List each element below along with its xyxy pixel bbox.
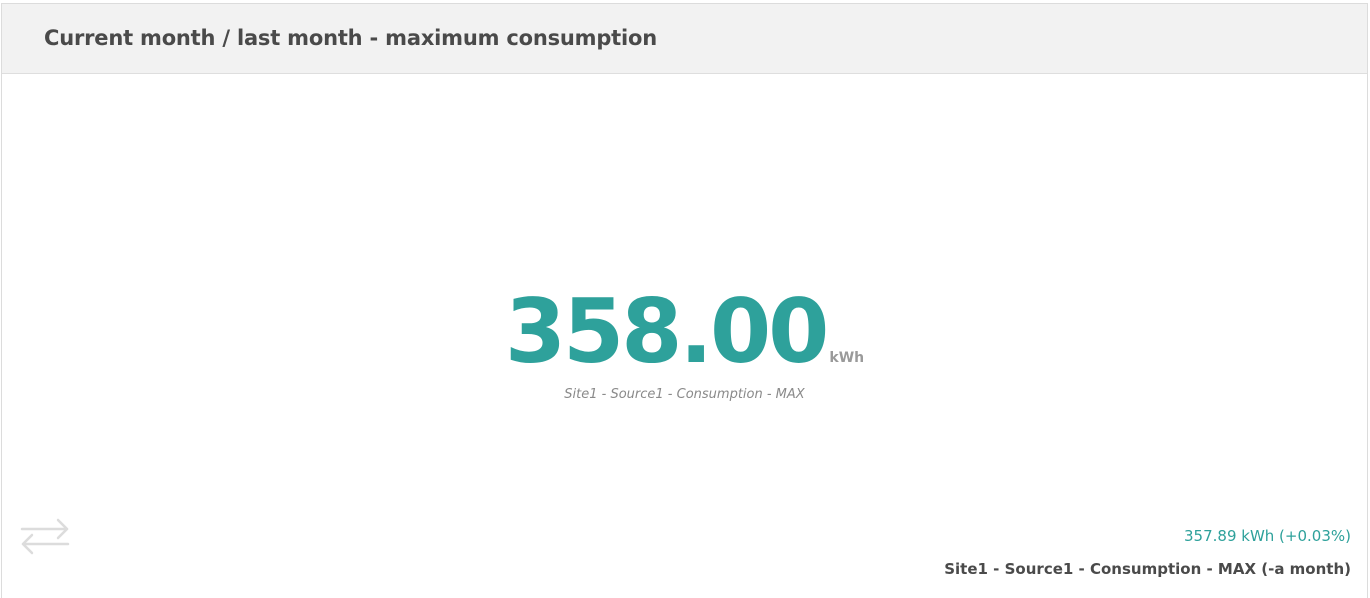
comparison-value: 357.89 kWh (+0.03%) <box>1184 527 1351 545</box>
consumption-widget: Current month / last month - maximum con… <box>1 3 1368 598</box>
main-value: 358.00 <box>504 280 830 383</box>
swap-arrows-icon-svg <box>20 518 70 555</box>
main-unit: kWh <box>829 350 865 366</box>
widget-title: Current month / last month - maximum con… <box>44 26 657 50</box>
swap-arrows-icon[interactable] <box>18 512 72 560</box>
widget-header: Current month / last month - maximum con… <box>2 4 1367 74</box>
main-value-block: 358.00 kWh <box>2 282 1367 382</box>
comparison-series-label: Site1 - Source1 - Consumption - MAX (-a … <box>944 560 1351 578</box>
main-series-label: Site1 - Source1 - Consumption - MAX <box>564 387 805 402</box>
